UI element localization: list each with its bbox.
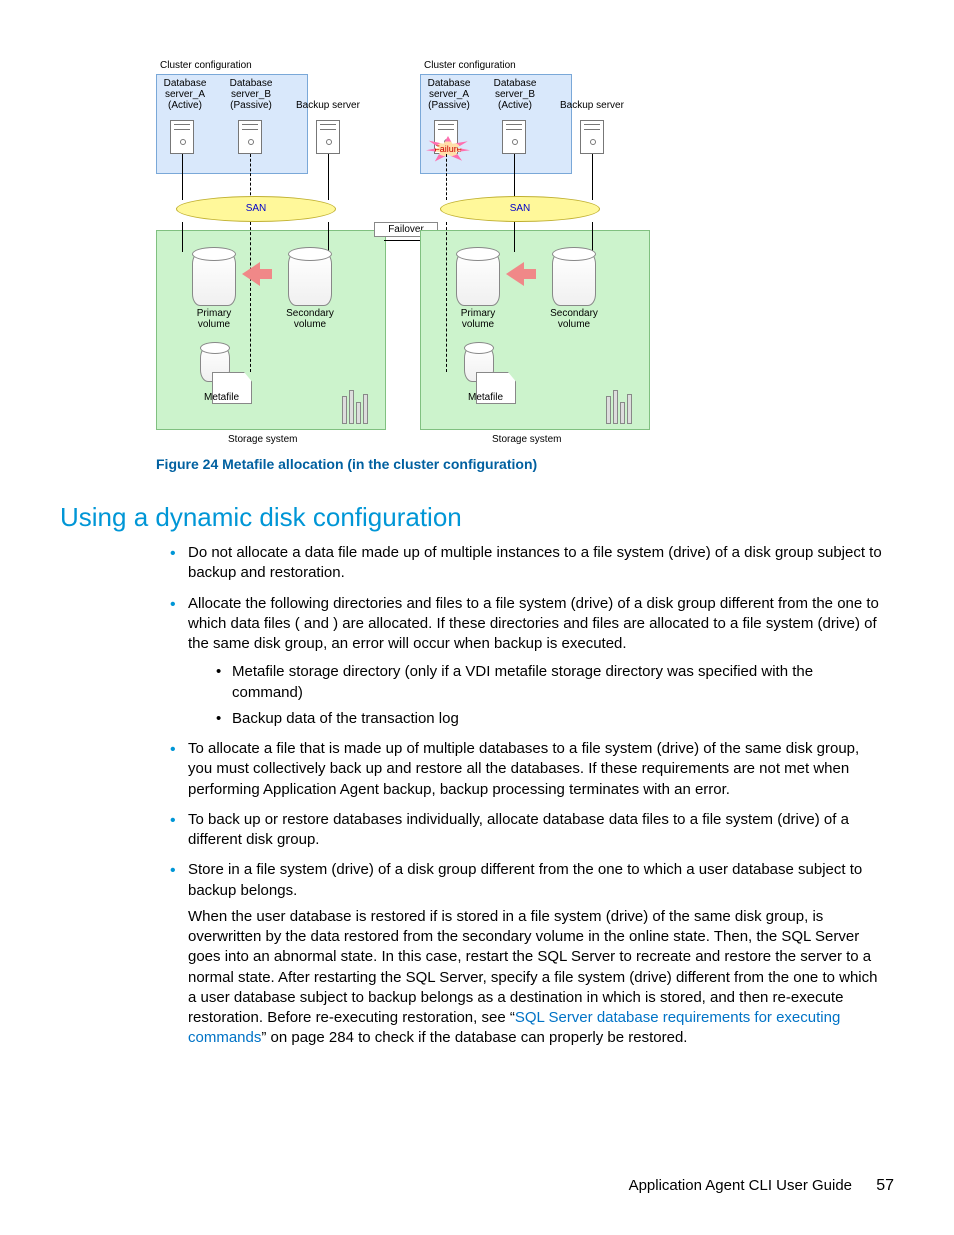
footer-title: Application Agent CLI User Guide bbox=[629, 1177, 852, 1194]
line bbox=[592, 154, 593, 200]
left-storage-label: Storage system bbox=[228, 434, 297, 445]
line bbox=[514, 154, 515, 200]
list-item: Do not allocate a data file made up of m… bbox=[170, 543, 884, 584]
list-item: Allocate the following directories and f… bbox=[170, 594, 884, 730]
figure-caption: Figure 24 Metafile allocation (in the cl… bbox=[156, 456, 894, 472]
arrow-icon bbox=[242, 262, 260, 286]
left-backup-label: Backup server bbox=[296, 100, 360, 111]
left-server-b-icon bbox=[238, 120, 262, 154]
right-san: SAN bbox=[440, 196, 600, 222]
line bbox=[328, 154, 329, 200]
figure-area: Cluster configuration Database server_A … bbox=[60, 50, 894, 446]
left-secondary-label: Secondary volume bbox=[284, 308, 336, 330]
page-footer: Application Agent CLI User Guide 57 bbox=[629, 1177, 894, 1195]
line bbox=[250, 154, 251, 200]
list-item-text: Store in a file system (drive) of a disk… bbox=[188, 861, 862, 898]
right-secondary-label: Secondary volume bbox=[548, 308, 600, 330]
line bbox=[250, 222, 251, 372]
right-server-b-icon bbox=[502, 120, 526, 154]
page-number: 57 bbox=[876, 1177, 894, 1194]
sub-bullet-list: Metafile storage directory (only if a VD… bbox=[216, 662, 884, 729]
right-backup-server-icon bbox=[580, 120, 604, 154]
list-item: Backup data of the transaction log bbox=[216, 709, 884, 729]
list-item-text: Allocate the following directories and f… bbox=[188, 595, 879, 653]
right-primary-cyl bbox=[456, 252, 500, 306]
list-item: Metafile storage directory (only if a VD… bbox=[216, 662, 884, 703]
left-metafile-label: Metafile bbox=[204, 392, 239, 403]
line bbox=[182, 154, 183, 200]
list-item-text: Metafile storage directory (only if a VD… bbox=[232, 663, 813, 700]
left-server-b-label: Database server_B (Passive) bbox=[226, 78, 276, 111]
section-heading: Using a dynamic disk configuration bbox=[60, 502, 894, 533]
figure-diagram: Cluster configuration Database server_A … bbox=[156, 50, 662, 446]
para-text-b: ” on page 284 to check if the database c… bbox=[261, 1029, 687, 1046]
list-item-paragraph: When the user database is restored if is… bbox=[188, 907, 884, 1049]
right-server-b-label: Database server_B (Active) bbox=[490, 78, 540, 111]
left-cluster-label: Cluster configuration bbox=[160, 60, 252, 71]
right-cluster-label: Cluster configuration bbox=[424, 60, 516, 71]
right-primary-label: Primary volume bbox=[456, 308, 500, 330]
right-secondary-cyl bbox=[552, 252, 596, 306]
right-server-a-label: Database server_A (Passive) bbox=[424, 78, 474, 111]
line bbox=[446, 222, 447, 372]
list-item-text: To allocate a file that is made up of mu… bbox=[188, 740, 859, 798]
left-server-a-label: Database server_A (Active) bbox=[160, 78, 210, 111]
list-item: Store in a file system (drive) of a disk… bbox=[170, 860, 884, 1048]
line bbox=[446, 154, 447, 200]
left-san: SAN bbox=[176, 196, 336, 222]
arrow-icon bbox=[506, 262, 524, 286]
line bbox=[592, 222, 593, 252]
right-metafile-label: Metafile bbox=[468, 392, 503, 403]
list-item: To allocate a file that is made up of mu… bbox=[170, 739, 884, 800]
list-item: To back up or restore databases individu… bbox=[170, 810, 884, 851]
left-primary-cyl bbox=[192, 252, 236, 306]
list-item-text: Backup data of the transaction log bbox=[232, 710, 459, 727]
left-primary-label: Primary volume bbox=[192, 308, 236, 330]
left-server-a-icon bbox=[170, 120, 194, 154]
line bbox=[514, 222, 515, 252]
left-secondary-cyl bbox=[288, 252, 332, 306]
bullet-list: Do not allocate a data file made up of m… bbox=[170, 543, 884, 1049]
line bbox=[182, 222, 183, 252]
right-backup-label: Backup server bbox=[560, 100, 624, 111]
right-storage-label: Storage system bbox=[492, 434, 561, 445]
list-item-text: To back up or restore databases individu… bbox=[188, 811, 849, 848]
line bbox=[328, 222, 329, 252]
left-backup-server-icon bbox=[316, 120, 340, 154]
list-item-text: Do not allocate a data file made up of m… bbox=[188, 544, 882, 581]
